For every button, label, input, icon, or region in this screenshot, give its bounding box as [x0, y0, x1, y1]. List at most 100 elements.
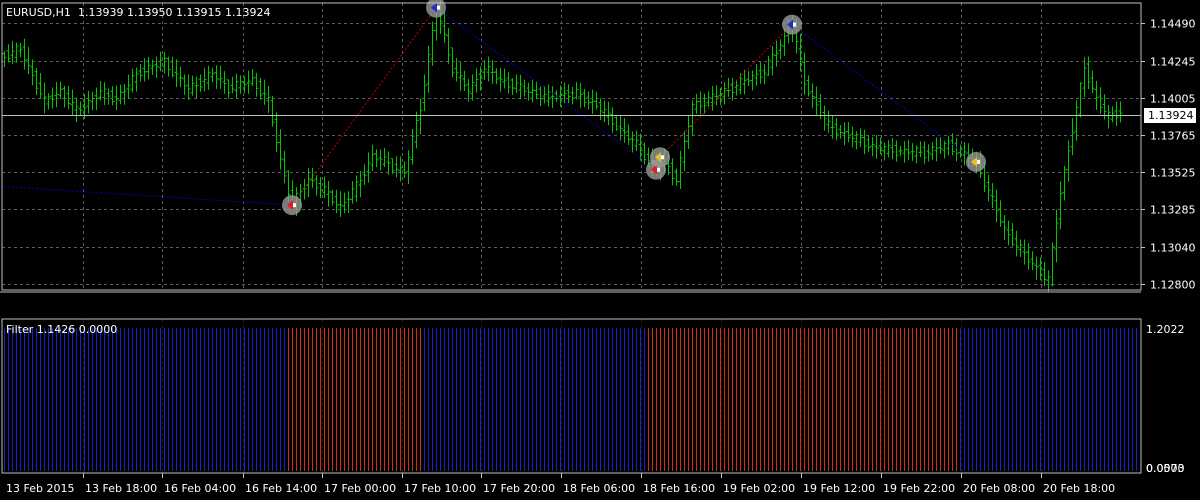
ohlc-bar — [350, 181, 355, 204]
ohlc-bar — [274, 112, 279, 152]
time-tick-label: 19 Feb 12:00 — [803, 482, 875, 495]
ohlc-bar — [562, 82, 567, 103]
ohlc-bar — [518, 74, 523, 100]
ohlc-bar — [606, 101, 611, 126]
ohlc-bar — [446, 27, 451, 64]
ohlc-bar — [26, 46, 31, 75]
ohlc-bar — [682, 131, 687, 172]
ohlc-bar — [746, 70, 751, 87]
ohlc-bar — [430, 21, 435, 66]
filter-grid — [83, 319, 1042, 473]
ohlc-bar — [410, 129, 415, 165]
ohlc-bar — [546, 84, 551, 107]
ohlc-bar — [146, 56, 151, 80]
ohlc-bar — [302, 178, 307, 200]
ohlc-bar — [994, 189, 999, 223]
ohlc-bar — [814, 86, 819, 115]
ohlc-bar — [470, 74, 475, 101]
ohlc-bar — [418, 98, 423, 135]
ohlc-bar — [578, 83, 583, 108]
ohlc-bar — [226, 79, 231, 99]
ohlc-bar — [54, 82, 59, 108]
ohlc-bar — [1094, 80, 1099, 110]
ohlc-bar — [90, 91, 95, 111]
ohlc-bar — [186, 74, 191, 100]
ohlc-bar — [1058, 181, 1063, 230]
chart-canvas: 1.13924 EURUSD,H1 1.13939 1.13950 1.1391… — [0, 0, 1196, 495]
ohlc-bar — [918, 141, 923, 158]
ohlc-bar — [626, 124, 631, 146]
ohlc-bar — [382, 148, 387, 168]
ohlc-bar — [878, 137, 883, 155]
ohlc-bar — [206, 65, 211, 90]
ohlc-bar — [862, 129, 867, 155]
ohlc-bar — [118, 84, 123, 105]
ohlc-bar — [330, 189, 335, 206]
ohlc-bar — [322, 176, 327, 199]
ohlc-bar — [998, 200, 1003, 227]
price-tick-label: 1.12800 — [1150, 279, 1196, 292]
ohlc-bar — [166, 56, 171, 77]
ohlc-bar — [1070, 117, 1075, 156]
zigzag-marker[interactable] — [782, 14, 802, 35]
ohlc-bar — [182, 74, 187, 95]
ohlc-bar — [102, 82, 107, 106]
zigzag-marker[interactable] — [282, 195, 302, 216]
ohlc-bar — [586, 91, 591, 110]
zigzag-segment — [659, 24, 793, 158]
ohlc-bar — [486, 56, 491, 82]
ohlc-bar — [526, 82, 531, 101]
ohlc-bar — [30, 59, 35, 86]
ohlc-bar — [178, 66, 183, 88]
ohlc-bar — [234, 73, 239, 98]
zigzag-marker[interactable] — [650, 147, 670, 168]
ohlc-bar — [1090, 70, 1095, 94]
zigzag-lead-line — [3, 186, 293, 206]
ohlc-bar — [758, 61, 763, 84]
ohlc-bar — [238, 75, 243, 94]
ohlc-bar — [338, 191, 343, 217]
ohlc-bar — [394, 156, 399, 178]
ohlc-bar — [826, 110, 831, 133]
zigzag-marker[interactable] — [966, 151, 986, 172]
ohlc-bar — [886, 140, 891, 158]
ohlc-bar — [946, 135, 951, 156]
ohlc-bar — [502, 68, 507, 89]
ohlc-bar — [926, 144, 931, 162]
ohlc-readout: 1.13939 1.13950 1.13915 1.13924 — [78, 6, 270, 19]
ohlc-bar — [750, 70, 755, 91]
ohlc-bar — [426, 45, 431, 93]
ohlc-bar — [78, 101, 83, 116]
ohlc-bar — [894, 140, 899, 162]
ohlc-bar — [834, 118, 839, 141]
ohlc-bar — [130, 68, 135, 93]
ohlc-bar — [370, 144, 375, 172]
ohlc-bar — [874, 135, 879, 159]
ohlc-bar — [610, 107, 615, 133]
ohlc-bar — [846, 122, 851, 143]
time-tick-label: 16 Feb 14:00 — [245, 482, 317, 495]
ohlc-bar — [806, 75, 811, 97]
ohlc-bar — [334, 189, 339, 214]
ohlc-bar — [990, 183, 995, 209]
ohlc-bar — [282, 150, 287, 184]
ohlc-bar — [134, 67, 139, 92]
ohlc-bar — [266, 85, 271, 114]
price-tick-label: 1.13285 — [1150, 204, 1196, 217]
ohlc-bar — [458, 62, 463, 91]
ohlc-bar — [66, 85, 71, 110]
ohlc-bar — [218, 65, 223, 89]
time-tick-label: 16 Feb 04:00 — [164, 482, 236, 495]
ohlc-bar — [802, 52, 807, 95]
ohlc-bar — [858, 128, 863, 148]
filter-axis-max: 1.2022 — [1146, 323, 1185, 336]
ohlc-bar — [398, 156, 403, 182]
ohlc-bar — [510, 78, 515, 96]
price-tick-label: 1.14490 — [1150, 18, 1196, 31]
time-tick-label: 20 Feb 08:00 — [963, 482, 1035, 495]
price-tick-label: 1.13765 — [1150, 130, 1196, 143]
ohlc-bar — [162, 51, 167, 74]
ohlc-bar — [742, 69, 747, 95]
ohlc-bar — [250, 68, 255, 87]
ohlc-bar — [378, 149, 383, 171]
